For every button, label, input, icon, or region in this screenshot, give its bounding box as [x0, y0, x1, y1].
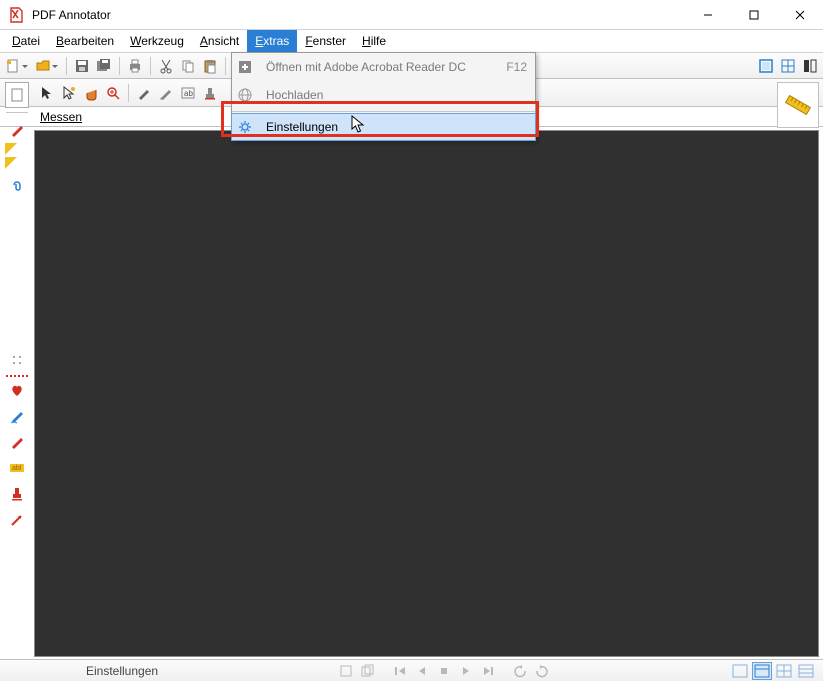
open-doc-button[interactable]: [32, 55, 54, 77]
menu-bar: Datei Bearbeiten Werkzeug Ansicht Extras…: [0, 30, 823, 52]
side-arrow-red[interactable]: [5, 507, 29, 533]
stamp-tool[interactable]: [199, 82, 221, 104]
sb-stop[interactable]: [434, 662, 454, 680]
window-title: PDF Annotator: [32, 8, 111, 22]
menu-ansicht[interactable]: Ansicht: [192, 30, 247, 52]
status-bar: Einstellungen: [0, 659, 823, 681]
dd-separator: [232, 111, 535, 112]
menu-fenster[interactable]: Fenster: [297, 30, 354, 52]
hand-tool[interactable]: [80, 82, 102, 104]
side-stamp-red[interactable]: [5, 481, 29, 507]
sb-prev[interactable]: [412, 662, 432, 680]
side-pen-blue[interactable]: [5, 403, 29, 429]
plus-icon: [234, 60, 256, 74]
dd-einstellungen-label: Einstellungen: [256, 120, 527, 134]
minimize-button[interactable]: [685, 0, 731, 30]
cut-button[interactable]: [155, 55, 177, 77]
sb-fwd[interactable]: [532, 662, 552, 680]
svg-text:ab: ab: [184, 89, 193, 98]
side-page-button[interactable]: [5, 82, 29, 108]
document-area[interactable]: [34, 130, 819, 657]
menu-werkzeug[interactable]: Werkzeug: [122, 30, 192, 52]
view-2-button[interactable]: [777, 55, 799, 77]
marker-tool[interactable]: [155, 82, 177, 104]
app-logo-icon: [8, 6, 26, 24]
svg-text:abl: abl: [12, 465, 22, 472]
dd-hochladen-label: Hochladen: [256, 88, 527, 102]
view-1-button[interactable]: [755, 55, 777, 77]
ruler-panel[interactable]: [777, 82, 819, 128]
dd-open-adobe-shortcut: F12: [506, 60, 527, 74]
globe-icon: [234, 88, 256, 102]
sb-layout1[interactable]: [730, 662, 750, 680]
side-fold-2[interactable]: [5, 157, 29, 171]
title-bar: PDF Annotator: [0, 0, 823, 30]
sb-layout3[interactable]: [774, 662, 794, 680]
pen-tool[interactable]: [133, 82, 155, 104]
side-grip-icon[interactable]: [5, 347, 29, 373]
current-tool-label: Messen: [40, 110, 82, 124]
side-fold-1[interactable]: [5, 143, 29, 157]
extras-dropdown: Öffnen mit Adobe Acrobat Reader DC F12 H…: [231, 52, 536, 141]
dd-open-adobe-label: Öffnen mit Adobe Acrobat Reader DC: [256, 60, 506, 74]
sb-last[interactable]: [478, 662, 498, 680]
side-clip-icon[interactable]: [5, 171, 29, 197]
side-pencil-red[interactable]: [5, 429, 29, 455]
menu-hilfe[interactable]: Hilfe: [354, 30, 394, 52]
sb-back[interactable]: [510, 662, 530, 680]
sb-first[interactable]: [390, 662, 410, 680]
view-3-button[interactable]: [799, 55, 821, 77]
status-text: Einstellungen: [86, 664, 158, 678]
sb-layout2[interactable]: [752, 662, 772, 680]
ruler-icon: [784, 91, 812, 119]
print-button[interactable]: [124, 55, 146, 77]
paste-button[interactable]: [199, 55, 221, 77]
new-doc-button[interactable]: [2, 55, 24, 77]
side-label-abi[interactable]: abl: [5, 455, 29, 481]
close-button[interactable]: [777, 0, 823, 30]
dd-hochladen[interactable]: Hochladen: [232, 81, 535, 109]
dd-einstellungen[interactable]: Einstellungen: [231, 113, 536, 141]
menu-datei[interactable]: Datei: [4, 30, 48, 52]
zoom-tool[interactable]: [102, 82, 124, 104]
copy-button[interactable]: [177, 55, 199, 77]
maximize-button[interactable]: [731, 0, 777, 30]
sb-doc1[interactable]: [336, 662, 356, 680]
side-pen-red[interactable]: [5, 117, 29, 143]
save-all-button[interactable]: [93, 55, 115, 77]
lasso-tool[interactable]: [58, 82, 80, 104]
sb-next[interactable]: [456, 662, 476, 680]
sb-doc2[interactable]: [358, 662, 378, 680]
menu-bearbeiten[interactable]: Bearbeiten: [48, 30, 122, 52]
side-heart-icon[interactable]: [5, 377, 29, 403]
pointer-tool[interactable]: [36, 82, 58, 104]
text-tool[interactable]: ab: [177, 82, 199, 104]
sb-layout4[interactable]: [796, 662, 816, 680]
dd-open-adobe[interactable]: Öffnen mit Adobe Acrobat Reader DC F12: [232, 53, 535, 81]
side-panel: abl: [4, 82, 30, 657]
save-button[interactable]: [71, 55, 93, 77]
menu-extras[interactable]: Extras: [247, 30, 297, 52]
gear-icon: [234, 120, 256, 134]
